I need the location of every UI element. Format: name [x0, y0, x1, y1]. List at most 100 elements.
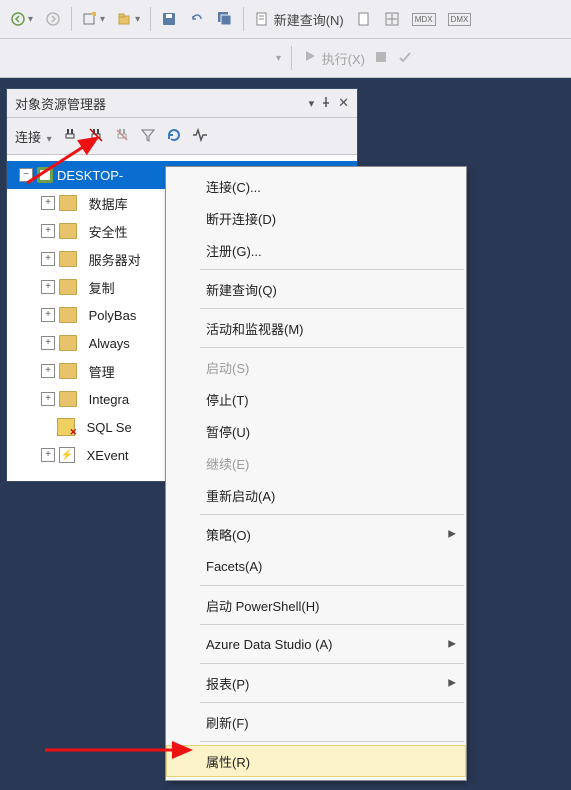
nav-forward-button[interactable]	[41, 5, 65, 33]
folder-icon	[59, 307, 77, 323]
nav-back-button[interactable]: ▾	[6, 5, 37, 33]
execute-label: 执行(X)	[322, 52, 365, 67]
tree-item-label: Integra	[89, 392, 129, 407]
query-toolbar: ▾ 执行(X)	[0, 39, 571, 78]
menu-label: 继续(E)	[206, 454, 249, 473]
panel-menu-button[interactable]: ▾	[309, 97, 315, 110]
menu-facets[interactable]: Facets(A)	[166, 550, 466, 582]
folder-icon	[59, 391, 77, 407]
menu-label: 报表(P)	[206, 674, 249, 693]
menu-properties[interactable]: 属性(R)	[166, 745, 466, 777]
sql-agent-icon: ✕	[57, 418, 75, 436]
menu-separator	[200, 663, 464, 664]
undo-button[interactable]	[185, 5, 209, 33]
separator	[150, 7, 151, 31]
menu-new-query[interactable]: 新建查询(Q)	[166, 273, 466, 305]
tree-item-label: 复制	[89, 278, 115, 297]
connect-label: 连接	[15, 130, 41, 145]
menu-label: 策略(O)	[206, 525, 251, 544]
expand-icon[interactable]: +	[41, 392, 55, 406]
menu-label: 停止(T)	[206, 390, 249, 409]
save-all-button[interactable]	[213, 5, 237, 33]
menu-pause[interactable]: 暂停(U)	[166, 415, 466, 447]
menu-separator	[200, 269, 464, 270]
menu-separator	[200, 347, 464, 348]
connect-dropdown[interactable]: 连接 ▾	[15, 127, 52, 146]
disconnect-all-icon[interactable]	[114, 127, 130, 146]
submenu-arrow-icon: ▶	[448, 678, 456, 689]
pin-icon[interactable]	[320, 96, 332, 111]
new-query-button[interactable]: 新建查询(N)	[250, 5, 348, 33]
parse-button	[397, 49, 413, 68]
expand-icon[interactable]: +	[41, 448, 55, 462]
menu-separator	[200, 514, 464, 515]
folder-icon	[59, 251, 77, 267]
menu-label: 注册(G)...	[206, 241, 262, 260]
menu-label: 启动 PowerShell(H)	[206, 596, 319, 615]
close-icon[interactable]: ✕	[338, 95, 349, 111]
activity-icon[interactable]	[192, 127, 208, 146]
panel-title-text: 对象资源管理器	[15, 94, 106, 113]
tree-item-label: 安全性	[89, 222, 128, 241]
tree-item-label: 数据库	[89, 194, 128, 213]
menu-register[interactable]: 注册(G)...	[166, 234, 466, 266]
menu-connect[interactable]: 连接(C)...	[166, 170, 466, 202]
menu-label: 属性(R)	[206, 752, 250, 771]
panel-titlebar: 对象资源管理器 ▾ ✕	[7, 89, 357, 118]
connect-icon[interactable]	[62, 127, 78, 146]
separator	[291, 46, 292, 70]
menu-separator	[200, 308, 464, 309]
menu-refresh[interactable]: 刷新(F)	[166, 706, 466, 738]
menu-disconnect[interactable]: 断开连接(D)	[166, 202, 466, 234]
dmx-button[interactable]: DMX	[444, 5, 476, 33]
xevent-label: XEvent	[87, 448, 129, 463]
tree-item-label: 管理	[89, 362, 115, 381]
folder-icon	[59, 195, 77, 211]
open-button[interactable]: ▾	[113, 5, 144, 33]
script-button[interactable]	[352, 5, 376, 33]
menu-label: Azure Data Studio (A)	[206, 637, 332, 652]
menu-policy[interactable]: 策略(O) ▶	[166, 518, 466, 550]
menu-stop[interactable]: 停止(T)	[166, 383, 466, 415]
menu-restart[interactable]: 重新启动(A)	[166, 479, 466, 511]
submenu-arrow-icon: ▶	[448, 529, 456, 540]
save-button[interactable]	[157, 5, 181, 33]
expand-icon[interactable]: +	[41, 308, 55, 322]
menu-label: 启动(S)	[206, 358, 249, 377]
expand-icon[interactable]: +	[41, 224, 55, 238]
menu-label: 断开连接(D)	[206, 209, 276, 228]
menu-activity-monitor[interactable]: 活动和监视器(M)	[166, 312, 466, 344]
menu-separator	[200, 624, 464, 625]
menu-powershell[interactable]: 启动 PowerShell(H)	[166, 589, 466, 621]
disconnect-plug-icon[interactable]	[88, 127, 104, 146]
tree-item-label: Always	[89, 336, 130, 351]
menu-resume: 继续(E)	[166, 447, 466, 479]
xevent-icon: ⚡	[59, 447, 75, 463]
expand-icon[interactable]: +	[41, 252, 55, 266]
mdx-button[interactable]: MDX	[408, 5, 440, 33]
folder-icon	[59, 363, 77, 379]
refresh-icon[interactable]	[166, 127, 182, 146]
folder-icon	[59, 279, 77, 295]
expand-icon[interactable]: +	[41, 280, 55, 294]
menu-azure-data-studio[interactable]: Azure Data Studio (A)▶	[166, 628, 466, 660]
db-dropdown: ▾	[276, 53, 281, 64]
xquery-button[interactable]	[380, 5, 404, 33]
collapse-icon[interactable]: −	[19, 168, 33, 182]
menu-label: 新建查询(Q)	[206, 280, 277, 299]
expand-icon[interactable]: +	[41, 336, 55, 350]
separator	[243, 7, 244, 31]
menu-label: 刷新(F)	[206, 713, 249, 732]
new-project-button[interactable]: ▾	[78, 5, 109, 33]
panel-toolbar: 连接 ▾	[7, 118, 357, 155]
tree-item-label: PolyBas	[89, 308, 137, 323]
menu-reports[interactable]: 报表(P) ▶	[166, 667, 466, 699]
expand-icon[interactable]: +	[41, 196, 55, 210]
menu-label: 连接(C)...	[206, 177, 261, 196]
filter-icon[interactable]	[140, 127, 156, 146]
server-label: DESKTOP-	[57, 168, 123, 183]
menu-start: 启动(S)	[166, 351, 466, 383]
tree-item-label: 服务器对	[89, 250, 141, 269]
stop-exec-button	[373, 49, 389, 68]
expand-icon[interactable]: +	[41, 364, 55, 378]
